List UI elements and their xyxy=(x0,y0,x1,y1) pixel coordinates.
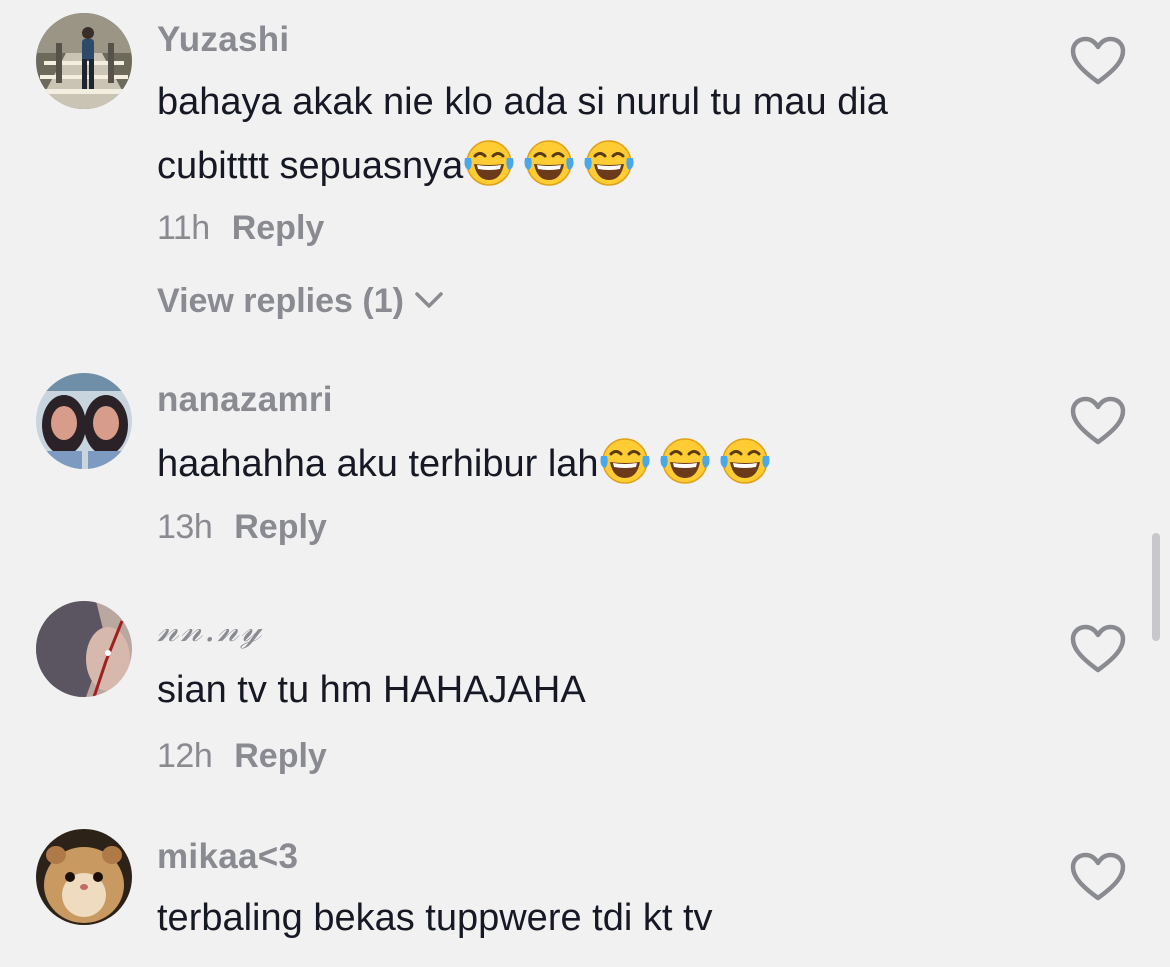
view-replies-label: View replies (1) xyxy=(157,282,404,320)
comment-text-line: bahaya akak nie klo ada si nurul tu mau … xyxy=(157,81,888,123)
comment-text-line: haahahha aku terhibur lah xyxy=(157,443,599,485)
comment-text: terbaling bekas tuppwere tdi kt tv xyxy=(157,886,1037,950)
comment-meta: 12h Reply xyxy=(157,737,327,776)
comment-username[interactable]: mikaa<3 xyxy=(157,837,298,877)
comment-text: bahaya akak nie klo ada si nurul tu mau … xyxy=(157,70,1037,134)
like-heart-icon[interactable] xyxy=(1070,852,1126,902)
comment-text: sian tv tu hm HAHAJAHA xyxy=(157,658,1037,722)
laughing-emoji-icon xyxy=(583,136,635,188)
comment-text: cubitttt sepuasnya xyxy=(157,134,1037,198)
avatar[interactable] xyxy=(36,601,132,697)
laughing-emoji-icon xyxy=(719,434,771,486)
laughing-emoji-icon xyxy=(659,434,711,486)
comment-text: haahahha aku terhibur lah xyxy=(157,432,1037,496)
scrollbar-thumb[interactable] xyxy=(1152,533,1160,641)
reply-button[interactable]: Reply xyxy=(234,737,327,775)
comment-text-line: terbaling bekas tuppwere tdi kt tv xyxy=(157,897,713,939)
avatar[interactable] xyxy=(36,13,132,109)
laughing-emoji-icon xyxy=(463,136,515,188)
laughing-emoji-icon xyxy=(523,136,575,188)
comment-text-line: cubitttt sepuasnya xyxy=(157,145,464,187)
like-heart-icon[interactable] xyxy=(1070,396,1126,446)
reply-button[interactable]: Reply xyxy=(234,508,327,546)
comment-meta: 13h Reply xyxy=(157,508,327,547)
comment-text-line: sian tv tu hm HAHAJAHA xyxy=(157,669,586,711)
comments-panel: Yuzashi bahaya akak nie klo ada si nurul… xyxy=(0,0,1170,967)
comment-username[interactable]: Yuzashi xyxy=(157,20,289,60)
comment-timestamp: 12h xyxy=(157,737,213,775)
comment-timestamp: 11h xyxy=(157,209,210,247)
chevron-down-icon xyxy=(415,292,443,308)
comment-username[interactable]: nanazamri xyxy=(157,380,333,420)
reply-button[interactable]: Reply xyxy=(232,209,325,247)
avatar[interactable] xyxy=(36,373,132,469)
avatar[interactable] xyxy=(36,829,132,925)
comment-meta: 11h Reply xyxy=(157,209,324,248)
laughing-emoji-icon xyxy=(599,434,651,486)
like-heart-icon[interactable] xyxy=(1070,36,1126,86)
view-replies-button[interactable]: View replies (1) xyxy=(157,282,444,321)
like-heart-icon[interactable] xyxy=(1070,624,1126,674)
comment-username[interactable]: 𝓃𝓃.𝓃𝓎 xyxy=(157,610,263,650)
comment-timestamp: 13h xyxy=(157,508,213,546)
